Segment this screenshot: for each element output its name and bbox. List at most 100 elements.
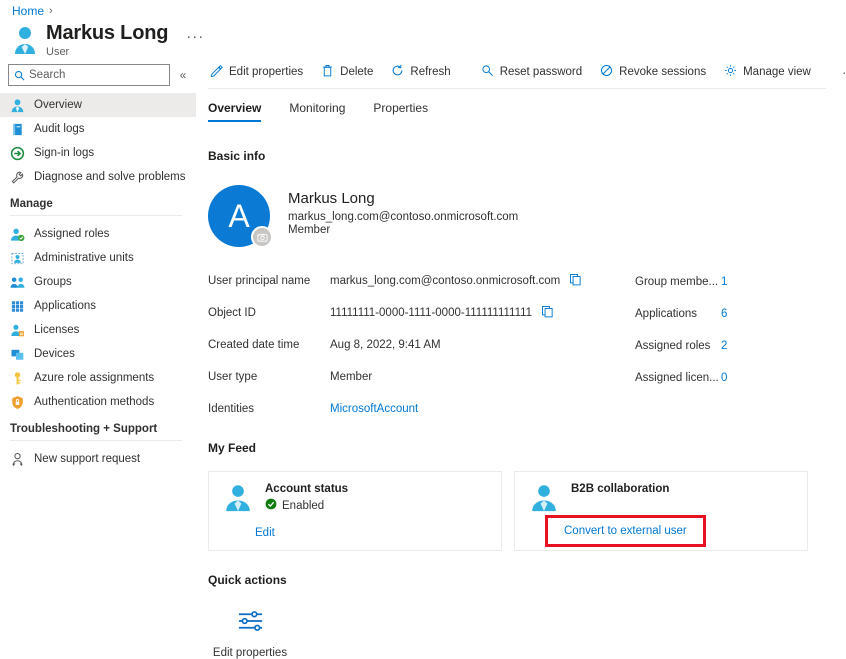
user-icon <box>223 483 253 516</box>
revoke-sessions-button[interactable]: Revoke sessions <box>591 59 715 85</box>
identities-link[interactable]: MicrosoftAccount <box>330 403 418 415</box>
page-subtitle: User <box>46 46 168 58</box>
profile-membership: Member <box>288 224 518 236</box>
my-feed-heading: My Feed <box>208 441 846 455</box>
page-title: Markus Long <box>46 22 168 44</box>
quick-action-edit-properties[interactable]: Edit properties <box>208 609 292 659</box>
sidebar-item-groups[interactable]: Groups <box>0 270 196 294</box>
tab-overview[interactable]: Overview <box>208 97 273 122</box>
stat-value[interactable]: 0 <box>721 372 727 384</box>
sidebar-item-audit-logs[interactable]: Audit logs <box>0 117 196 141</box>
block-icon <box>600 64 613 80</box>
command-label: Reset password <box>500 66 582 78</box>
search-box[interactable] <box>8 64 170 86</box>
stat-value[interactable]: 2 <box>721 340 727 352</box>
sidebar-item-new-support-request[interactable]: New support request <box>0 447 196 471</box>
key-icon <box>10 371 25 386</box>
sidebar-item-administrative-units[interactable]: Administrative units <box>0 246 196 270</box>
command-label: Manage view <box>743 66 811 78</box>
breadcrumb-separator: › <box>49 5 53 17</box>
sidebar-item-label: New support request <box>34 453 140 465</box>
detail-label: Created date time <box>208 339 330 351</box>
reset-password-button[interactable]: Reset password <box>472 59 591 85</box>
sidebar-item-applications[interactable]: Applications <box>0 294 196 318</box>
profile-name: Markus Long <box>288 189 518 208</box>
tab-properties[interactable]: Properties <box>373 97 440 122</box>
detail-row: Created date time Aug 8, 2022, 9:41 AM <box>208 333 608 356</box>
stat-value[interactable]: 1 <box>721 276 727 288</box>
copy-icon[interactable] <box>569 273 582 289</box>
detail-row: Object ID 11111111-0000-1111-0000-111111… <box>208 301 608 324</box>
command-label: Edit properties <box>229 66 303 78</box>
main-content: Edit properties Delete Refresh <box>208 58 846 640</box>
sidebar-item-label: Licenses <box>34 324 79 336</box>
user-icon <box>12 25 38 55</box>
details-list: User principal name markus_long.com@cont… <box>208 269 608 429</box>
sidebar-item-diagnose-and-solve-problems[interactable]: Diagnose and solve problems <box>0 165 196 189</box>
header-more-menu[interactable]: ··· <box>186 28 204 45</box>
quick-actions-list: Edit properties <box>208 609 846 659</box>
command-bar: Edit properties Delete Refresh <box>208 58 846 86</box>
search-icon <box>14 70 25 81</box>
camera-icon[interactable] <box>251 226 273 248</box>
profile-email: markus_long.com@contoso.onmicrosoft.com <box>288 211 518 223</box>
command-label: Delete <box>340 66 373 78</box>
quick-action-label: Edit properties <box>213 647 287 659</box>
search-input[interactable] <box>29 69 164 81</box>
user-icon <box>10 98 25 113</box>
divider <box>10 440 182 441</box>
feed-cards: Account status Enabled Edit <box>208 471 846 551</box>
sidebar-group-label: Manage <box>10 198 182 215</box>
trash-icon <box>321 64 334 80</box>
divider <box>10 215 182 216</box>
sidebar-item-authentication-methods[interactable]: Authentication methods <box>0 390 196 414</box>
page-header: Markus Long User ··· <box>12 22 204 58</box>
sidebar-item-label: Applications <box>34 300 96 312</box>
command-label: Revoke sessions <box>619 66 706 78</box>
b2b-collaboration-card: B2B collaboration Convert to external us… <box>514 471 808 551</box>
sidebar-item-sign-in-logs[interactable]: Sign-in logs <box>0 141 196 165</box>
detail-row: User type Member <box>208 365 608 388</box>
stats-list: Group membe... 1 Applications 6 Assigned… <box>635 269 727 429</box>
sidebar-group-manage: Manage <box>0 198 196 216</box>
delete-button[interactable]: Delete <box>312 59 382 85</box>
tab-monitoring[interactable]: Monitoring <box>289 97 357 122</box>
command-overflow-button[interactable]: ··· <box>832 59 846 85</box>
convert-to-external-user-link[interactable]: Convert to external user <box>545 515 706 547</box>
user-icon <box>529 483 559 516</box>
stat-label: Assigned roles <box>635 340 721 352</box>
collapse-sidebar-button[interactable]: « <box>174 68 192 82</box>
stat-label: Group membe... <box>635 276 721 288</box>
tab-label: Properties <box>373 101 428 115</box>
sign-in-icon <box>10 146 25 161</box>
sidebar-item-licenses[interactable]: Licenses <box>0 318 196 342</box>
sidebar-item-devices[interactable]: Devices <box>0 342 196 366</box>
manage-view-button[interactable]: Manage view <box>715 59 820 85</box>
sidebar-item-label: Audit logs <box>34 123 85 135</box>
basic-info-heading: Basic info <box>208 149 846 163</box>
refresh-button[interactable]: Refresh <box>382 59 459 85</box>
sidebar-item-label: Authentication methods <box>34 396 154 408</box>
sidebar: « Overview Audit logs <box>0 64 196 640</box>
sidebar-search-row: « <box>0 64 196 86</box>
edit-link[interactable]: Edit <box>255 527 275 539</box>
sidebar-item-label: Diagnose and solve problems <box>34 171 186 183</box>
sidebar-item-label: Devices <box>34 348 75 360</box>
licenses-icon <box>10 323 25 338</box>
details-area: User principal name markus_long.com@cont… <box>208 269 846 429</box>
sidebar-item-assigned-roles[interactable]: Assigned roles <box>0 222 196 246</box>
stat-label: Applications <box>635 308 721 320</box>
check-circle-icon <box>265 498 277 513</box>
sidebar-item-label: Groups <box>34 276 72 288</box>
sidebar-item-azure-role-assignments[interactable]: Azure role assignments <box>0 366 196 390</box>
sidebar-item-overview[interactable]: Overview <box>0 93 196 117</box>
stat-value[interactable]: 6 <box>721 308 727 320</box>
stat-label: Assigned licen... <box>635 372 721 384</box>
breadcrumb-home[interactable]: Home <box>12 4 44 18</box>
wrench-icon <box>10 170 25 185</box>
copy-icon[interactable] <box>541 305 554 321</box>
edit-properties-button[interactable]: Edit properties <box>208 59 312 85</box>
detail-row: User principal name markus_long.com@cont… <box>208 269 608 292</box>
tab-label: Monitoring <box>289 101 345 115</box>
tab-bar: Overview Monitoring Properties <box>208 97 846 122</box>
